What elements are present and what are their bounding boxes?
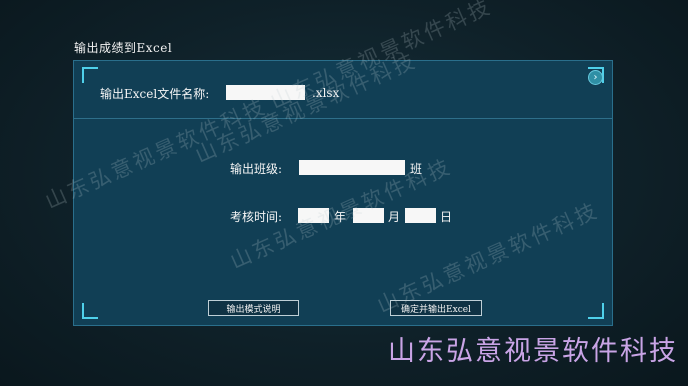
brand-text: 山东弘意视景软件科技 bbox=[388, 336, 678, 367]
filename-input[interactable] bbox=[226, 85, 305, 100]
corner-decoration bbox=[82, 303, 98, 319]
year-unit: 年 bbox=[334, 210, 347, 224]
year-input[interactable] bbox=[298, 208, 329, 223]
window-title: 输出成绩到Excel bbox=[74, 41, 173, 55]
mode-help-button[interactable]: 输出模式说明 bbox=[208, 300, 299, 316]
confirm-export-button[interactable]: 确定并输出Excel bbox=[390, 300, 482, 316]
filename-label: 输出Excel文件名称: bbox=[100, 87, 210, 101]
day-unit: 日 bbox=[440, 210, 453, 224]
class-suffix: 班 bbox=[410, 162, 423, 176]
expand-button[interactable]: › bbox=[588, 70, 603, 85]
class-input[interactable] bbox=[299, 160, 405, 175]
month-input[interactable] bbox=[353, 208, 384, 223]
class-label: 输出班级: bbox=[230, 162, 283, 176]
day-input[interactable] bbox=[405, 208, 436, 223]
filename-extension: .xlsx bbox=[312, 86, 340, 100]
corner-decoration bbox=[82, 67, 98, 83]
export-panel: › 输出Excel文件名称: .xlsx 输出班级: 班 考核时间: 年 月 日… bbox=[73, 60, 613, 326]
month-unit: 月 bbox=[388, 210, 401, 224]
corner-decoration bbox=[588, 303, 604, 319]
chevron-right-icon: › bbox=[593, 71, 598, 83]
time-label: 考核时间: bbox=[230, 210, 283, 224]
divider bbox=[74, 118, 612, 119]
